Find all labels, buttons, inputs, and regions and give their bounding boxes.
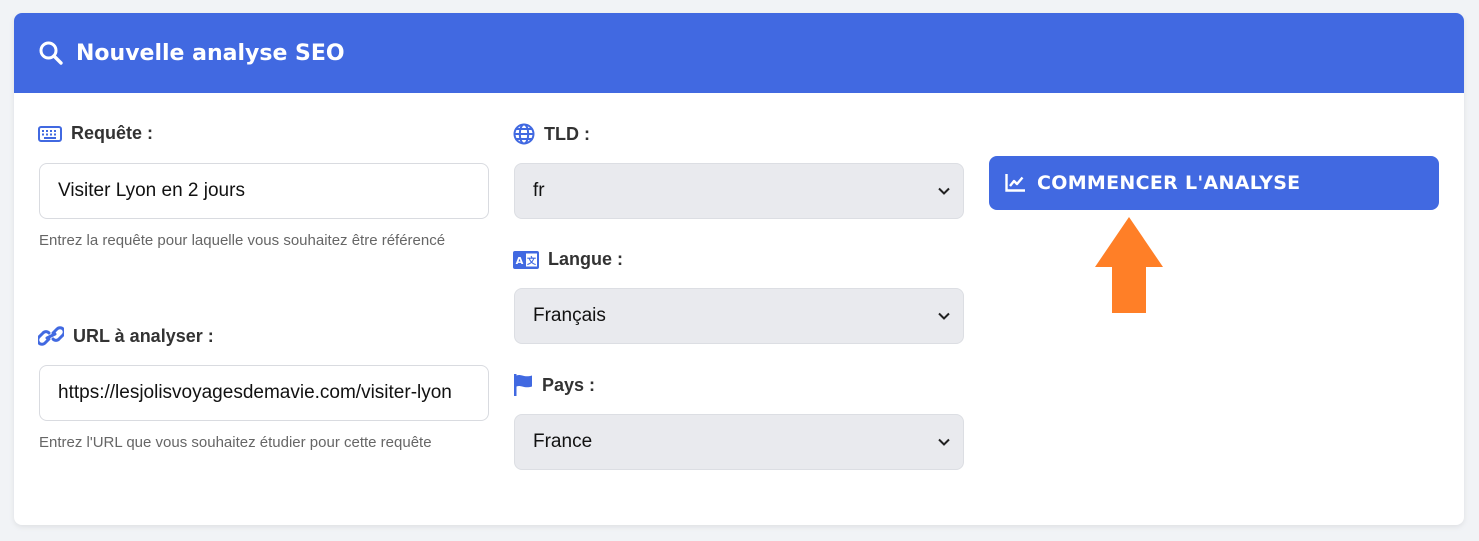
chevron-down-icon: [937, 184, 951, 198]
flag-icon: [513, 374, 533, 396]
svg-text:文: 文: [526, 255, 537, 267]
search-icon: [38, 40, 64, 66]
card-header: Nouvelle analyse SEO: [14, 13, 1464, 93]
up-arrow-icon: [1095, 217, 1163, 313]
query-label-text: Requête :: [71, 123, 154, 143]
country-select-value: France: [533, 431, 593, 452]
page-title: Nouvelle analyse SEO: [76, 40, 345, 66]
translate-icon: A文: [513, 250, 539, 269]
chevron-down-icon: [937, 435, 951, 449]
tld-select-value: fr: [533, 180, 545, 201]
query-label: Requête :: [38, 123, 153, 144]
url-label-text: URL à analyser :: [73, 325, 214, 346]
country-label-text: Pays :: [542, 374, 596, 395]
country-select[interactable]: France: [514, 414, 964, 470]
seo-analysis-card: Nouvelle analyse SEO Requête : Visiter L…: [14, 13, 1464, 525]
language-select[interactable]: Français: [514, 288, 964, 344]
url-input[interactable]: https://lesjolisvoyagesdemavie.com/visit…: [39, 365, 489, 421]
tld-label-text: TLD :: [544, 123, 590, 144]
language-label: A文 Langue :: [513, 249, 623, 270]
url-help-text: Entrez l'URL que vous souhaitez étudier …: [39, 434, 432, 451]
language-label-text: Langue :: [548, 249, 623, 269]
tld-label: TLD :: [513, 123, 590, 145]
svg-text:A: A: [516, 256, 524, 267]
link-icon: [38, 325, 64, 347]
url-label: URL à analyser :: [38, 325, 214, 347]
globe-icon: [513, 123, 535, 145]
chevron-down-icon: [937, 309, 951, 323]
query-input[interactable]: Visiter Lyon en 2 jours: [39, 163, 489, 219]
keyboard-icon: [38, 125, 62, 142]
tld-select[interactable]: fr: [514, 163, 964, 219]
country-label: Pays :: [513, 374, 595, 396]
query-help-text: Entrez la requête pour laquelle vous sou…: [39, 232, 446, 249]
language-select-value: Français: [533, 305, 606, 326]
chart-line-icon: [1005, 174, 1025, 192]
start-analysis-button[interactable]: COMMENCER L'ANALYSE: [989, 156, 1439, 210]
start-analysis-label: COMMENCER L'ANALYSE: [1037, 172, 1301, 194]
